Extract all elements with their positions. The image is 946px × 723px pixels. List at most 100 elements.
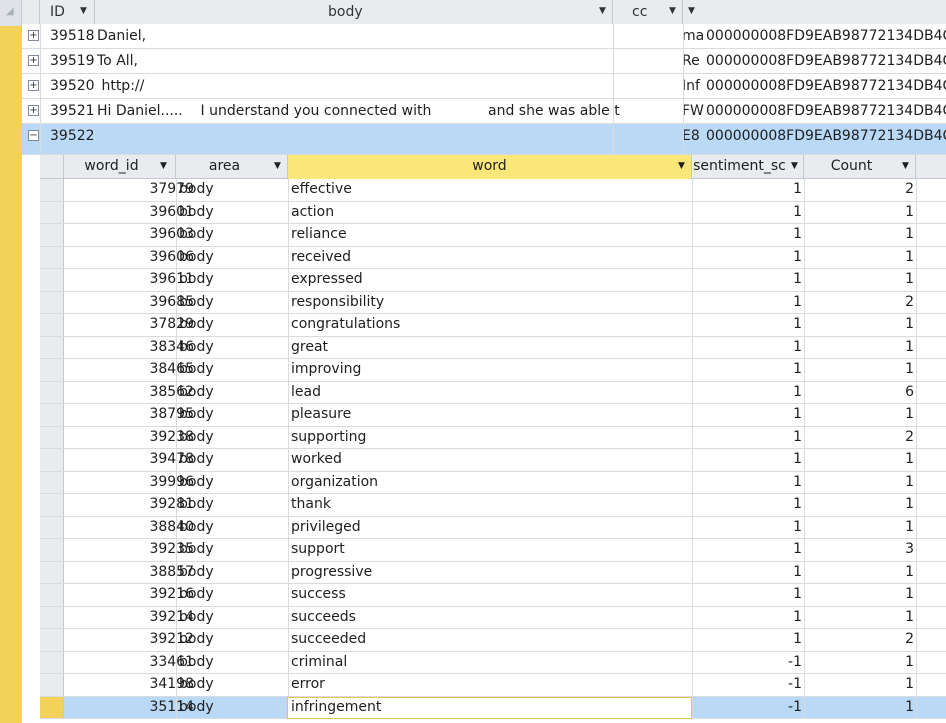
cell-word-id[interactable]: 39281 xyxy=(64,496,194,512)
cell-word[interactable]: received xyxy=(291,249,351,265)
cell-word[interactable]: great xyxy=(291,339,328,355)
cell-area[interactable]: body xyxy=(179,361,214,377)
record-selector[interactable] xyxy=(40,449,64,471)
sub-table-row[interactable]: 37979 body effective 1 2 xyxy=(40,179,946,202)
cell-word-id[interactable]: 39238 xyxy=(64,429,194,445)
cell-word-id[interactable]: 34198 xyxy=(64,676,194,692)
cell-sentiment[interactable]: -1 xyxy=(692,699,802,715)
cell-count[interactable]: 2 xyxy=(804,631,914,647)
record-selector[interactable] xyxy=(40,336,64,358)
table-row[interactable]: + 39520 http:// Inf 000000008FD9EAB98772… xyxy=(22,74,946,99)
sub-table-row[interactable]: 38857 body progressive 1 1 xyxy=(40,561,946,584)
cell-id[interactable]: 39520 xyxy=(50,78,95,94)
cell-cc[interactable]: FW xyxy=(682,103,704,119)
sub-table-row[interactable]: 38562 body lead 1 6 xyxy=(40,381,946,404)
cell-area[interactable]: body xyxy=(179,631,214,647)
cell-area[interactable]: body xyxy=(179,654,214,670)
select-all-corner[interactable]: ◢ xyxy=(0,0,22,26)
record-selector[interactable] xyxy=(40,314,64,336)
sub-table-row-selected[interactable]: 35114 body infringement -1 1 xyxy=(40,696,946,719)
column-hash-dropdown-icon[interactable]: ▼ xyxy=(688,6,695,16)
cell-word-id[interactable]: 39214 xyxy=(64,609,194,625)
column-header-cc[interactable]: cc ▼ xyxy=(613,0,683,26)
sub-table-row[interactable]: 39281 body thank 1 1 xyxy=(40,494,946,517)
sub-table-row[interactable]: 37829 body congratulations 1 1 xyxy=(40,314,946,337)
sub-table-row[interactable]: 39611 body expressed 1 1 xyxy=(40,269,946,292)
cell-count[interactable]: 2 xyxy=(804,181,914,197)
cell-word-id[interactable]: 39606 xyxy=(64,249,194,265)
cell-count[interactable]: 1 xyxy=(804,316,914,332)
cell-sentiment[interactable]: 1 xyxy=(692,339,802,355)
cell-sentiment[interactable]: 1 xyxy=(692,564,802,580)
cell-id[interactable]: 39521 xyxy=(50,103,95,119)
cell-count[interactable]: 1 xyxy=(804,451,914,467)
cell-area[interactable]: body xyxy=(179,496,214,512)
cell-count[interactable]: 2 xyxy=(804,429,914,445)
record-selector[interactable] xyxy=(40,696,64,718)
sub-table-row[interactable]: 39235 body support 1 3 xyxy=(40,539,946,562)
sub-table-row[interactable]: 34198 body error -1 1 xyxy=(40,674,946,697)
record-selector[interactable] xyxy=(40,539,64,561)
cell-body[interactable]: http:// xyxy=(97,78,144,94)
cell-sentiment[interactable]: -1 xyxy=(692,676,802,692)
cell-word[interactable]: effective xyxy=(291,181,352,197)
record-selector[interactable] xyxy=(40,201,64,223)
sub-table-row[interactable]: 39214 body succeeds 1 1 xyxy=(40,606,946,629)
cell-cc[interactable]: Re xyxy=(682,53,704,69)
cell-word-id[interactable]: 39478 xyxy=(64,451,194,467)
cell-sentiment[interactable]: 1 xyxy=(692,384,802,400)
cell-count[interactable]: 1 xyxy=(804,654,914,670)
cell-word[interactable]: error xyxy=(291,676,325,692)
cell-area[interactable]: body xyxy=(179,451,214,467)
cell-count[interactable]: 1 xyxy=(804,339,914,355)
column-header-hash[interactable]: ▼ xyxy=(683,0,946,26)
cell-area[interactable]: body xyxy=(179,316,214,332)
sub-table-row[interactable]: 39238 body supporting 1 2 xyxy=(40,426,946,449)
cell-word-id[interactable]: 38562 xyxy=(64,384,194,400)
cell-hash[interactable]: 000000008FD9EAB98772134DB4CD xyxy=(706,28,946,44)
sub-column-header-word-id[interactable]: word_id ▼ xyxy=(64,155,176,179)
cell-sentiment[interactable]: 1 xyxy=(692,316,802,332)
cell-sentiment[interactable]: 1 xyxy=(692,586,802,602)
cell-word[interactable]: support xyxy=(291,541,345,557)
cell-word-id[interactable]: 39611 xyxy=(64,271,194,287)
record-selector[interactable] xyxy=(40,179,64,201)
cell-area[interactable]: body xyxy=(179,676,214,692)
cell-sentiment[interactable]: 1 xyxy=(692,631,802,647)
column-body-dropdown-icon[interactable]: ▼ xyxy=(599,6,606,16)
cell-count[interactable]: 1 xyxy=(804,249,914,265)
cell-area[interactable]: body xyxy=(179,294,214,310)
cell-hash[interactable]: 000000008FD9EAB98772134DB4CD xyxy=(706,78,946,94)
cell-body[interactable]: To All, xyxy=(97,53,138,69)
cell-word[interactable]: organization xyxy=(291,474,378,490)
table-row-selected[interactable]: − 39522 E8 000000008FD9EAB98772134DB4CD xyxy=(22,124,946,155)
sub-column-word-id-dropdown-icon[interactable]: ▼ xyxy=(160,161,167,171)
cell-count[interactable]: 1 xyxy=(804,406,914,422)
cell-count[interactable]: 1 xyxy=(804,271,914,287)
cell-sentiment[interactable]: -1 xyxy=(692,654,802,670)
cell-word[interactable]: improving xyxy=(291,361,361,377)
sub-column-header-area[interactable]: area ▼ xyxy=(176,155,288,179)
cell-word-id[interactable]: 38346 xyxy=(64,339,194,355)
cell-word-id[interactable]: 39601 xyxy=(64,204,194,220)
sub-column-word-dropdown-icon[interactable]: ▼ xyxy=(678,161,685,171)
cell-count[interactable]: 1 xyxy=(804,361,914,377)
cell-area[interactable]: body xyxy=(179,384,214,400)
record-selector[interactable] xyxy=(40,471,64,493)
cell-word[interactable]: thank xyxy=(291,496,331,512)
cell-count[interactable]: 1 xyxy=(804,699,914,715)
cell-sentiment[interactable]: 1 xyxy=(692,609,802,625)
cell-word-id[interactable]: 38795 xyxy=(64,406,194,422)
record-selector[interactable] xyxy=(40,651,64,673)
expand-plus-icon[interactable]: + xyxy=(28,80,39,91)
cell-area[interactable]: body xyxy=(179,519,214,535)
cell-word[interactable]: privileged xyxy=(291,519,361,535)
cell-sentiment[interactable]: 1 xyxy=(692,181,802,197)
cell-sentiment[interactable]: 1 xyxy=(692,406,802,422)
column-id-dropdown-icon[interactable]: ▼ xyxy=(80,6,87,16)
cell-hash[interactable]: 000000008FD9EAB98772134DB4CD xyxy=(706,128,946,144)
cell-sentiment[interactable]: 1 xyxy=(692,361,802,377)
collapse-minus-icon[interactable]: − xyxy=(28,130,39,141)
cell-count[interactable]: 1 xyxy=(804,519,914,535)
cell-word[interactable]: criminal xyxy=(291,654,347,670)
